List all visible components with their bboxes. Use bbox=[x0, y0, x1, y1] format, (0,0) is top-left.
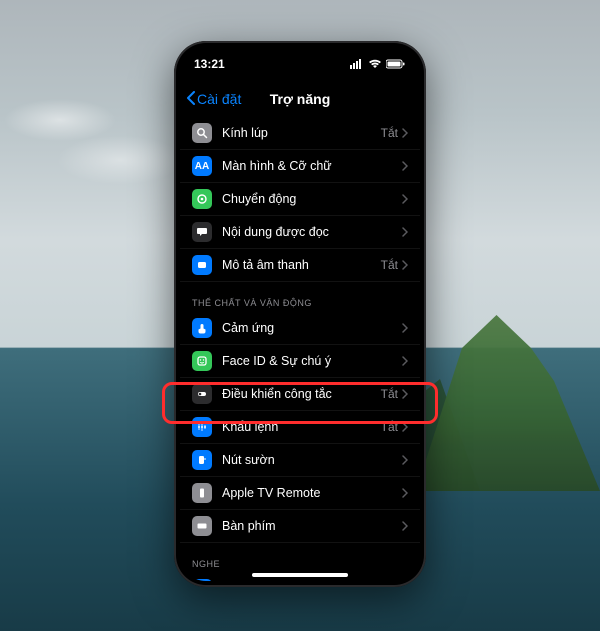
row-label: Chuyển động bbox=[222, 192, 402, 206]
touch-icon bbox=[192, 318, 212, 338]
chevron-left-icon bbox=[186, 91, 195, 108]
switch-control-icon bbox=[192, 384, 212, 404]
notch bbox=[245, 47, 355, 67]
screen: 13:21 Cài đặt Trợ năng bbox=[180, 47, 420, 581]
side-button-icon bbox=[192, 450, 212, 470]
magnifier-icon bbox=[192, 123, 212, 143]
apple-tv-remote-icon bbox=[192, 483, 212, 503]
row-magnifier[interactable]: Kính lúp Tắt bbox=[180, 117, 420, 150]
text-size-icon: AA bbox=[192, 156, 212, 176]
keyboard-icon bbox=[192, 516, 212, 536]
row-label: Kính lúp bbox=[222, 126, 381, 140]
status-time: 13:21 bbox=[194, 57, 225, 71]
row-motion[interactable]: Chuyển động bbox=[180, 183, 420, 216]
row-spoken-content[interactable]: Nội dung được đọc bbox=[180, 216, 420, 249]
row-label: Cảm ứng bbox=[222, 321, 402, 335]
back-label: Cài đặt bbox=[197, 91, 241, 107]
section-header-hearing: NGHE bbox=[180, 543, 420, 573]
settings-list[interactable]: Kính lúp Tắt AA Màn hình & Cỡ chữ Chuyển… bbox=[180, 117, 420, 581]
row-voice-control[interactable]: Khẩu lệnh Tắt bbox=[180, 411, 420, 444]
row-audio-descriptions[interactable]: Mô tả âm thanh Tắt bbox=[180, 249, 420, 282]
chevron-right-icon bbox=[402, 227, 408, 237]
row-label: Apple TV Remote bbox=[222, 486, 402, 500]
wifi-icon bbox=[368, 59, 382, 69]
motion-icon bbox=[192, 189, 212, 209]
chevron-right-icon bbox=[402, 488, 408, 498]
row-label: Bàn phím bbox=[222, 519, 402, 533]
chevron-right-icon bbox=[402, 356, 408, 366]
chevron-right-icon bbox=[402, 323, 408, 333]
back-button[interactable]: Cài đặt bbox=[186, 91, 241, 108]
audio-description-icon bbox=[192, 255, 212, 275]
chevron-right-icon bbox=[402, 389, 408, 399]
chevron-right-icon bbox=[402, 260, 408, 270]
row-value: Tắt bbox=[381, 420, 398, 434]
row-label: Mô tả âm thanh bbox=[222, 258, 381, 272]
row-label: Face ID & Sự chú ý bbox=[222, 354, 402, 368]
section-header-physical: THỂ CHẤT VÀ VẬN ĐỘNG bbox=[180, 282, 420, 312]
row-label: Nút sườn bbox=[222, 453, 402, 467]
row-faceid[interactable]: Face ID & Sự chú ý bbox=[180, 345, 420, 378]
row-side-button[interactable]: Nút sườn bbox=[180, 444, 420, 477]
phone-frame: 13:21 Cài đặt Trợ năng bbox=[174, 41, 426, 587]
row-label: Nội dung được đọc bbox=[222, 225, 402, 239]
row-switch-control[interactable]: Điều khiển công tắc Tắt bbox=[180, 378, 420, 411]
row-label: Khẩu lệnh bbox=[222, 420, 381, 434]
faceid-icon bbox=[192, 351, 212, 371]
hearing-icon bbox=[192, 579, 212, 581]
chevron-right-icon bbox=[402, 422, 408, 432]
row-value: Tắt bbox=[381, 258, 398, 272]
row-keyboards[interactable]: Bàn phím bbox=[180, 510, 420, 543]
chevron-right-icon bbox=[402, 455, 408, 465]
chevron-right-icon bbox=[402, 521, 408, 531]
home-indicator[interactable] bbox=[252, 573, 348, 577]
row-value: Tắt bbox=[381, 387, 398, 401]
row-value: Tắt bbox=[381, 126, 398, 140]
row-label: Điều khiển công tắc bbox=[222, 387, 381, 401]
voice-control-icon bbox=[192, 417, 212, 437]
nav-bar: Cài đặt Trợ năng bbox=[180, 81, 420, 117]
row-apple-tv-remote[interactable]: Apple TV Remote bbox=[180, 477, 420, 510]
chevron-right-icon bbox=[402, 128, 408, 138]
chevron-right-icon bbox=[402, 161, 408, 171]
row-display-text[interactable]: AA Màn hình & Cỡ chữ bbox=[180, 150, 420, 183]
wallpaper-clouds bbox=[0, 80, 200, 230]
row-touch[interactable]: Cảm ứng bbox=[180, 312, 420, 345]
speech-bubble-icon bbox=[192, 222, 212, 242]
chevron-right-icon bbox=[402, 194, 408, 204]
battery-icon bbox=[386, 59, 406, 69]
row-label: Màn hình & Cỡ chữ bbox=[222, 159, 402, 173]
